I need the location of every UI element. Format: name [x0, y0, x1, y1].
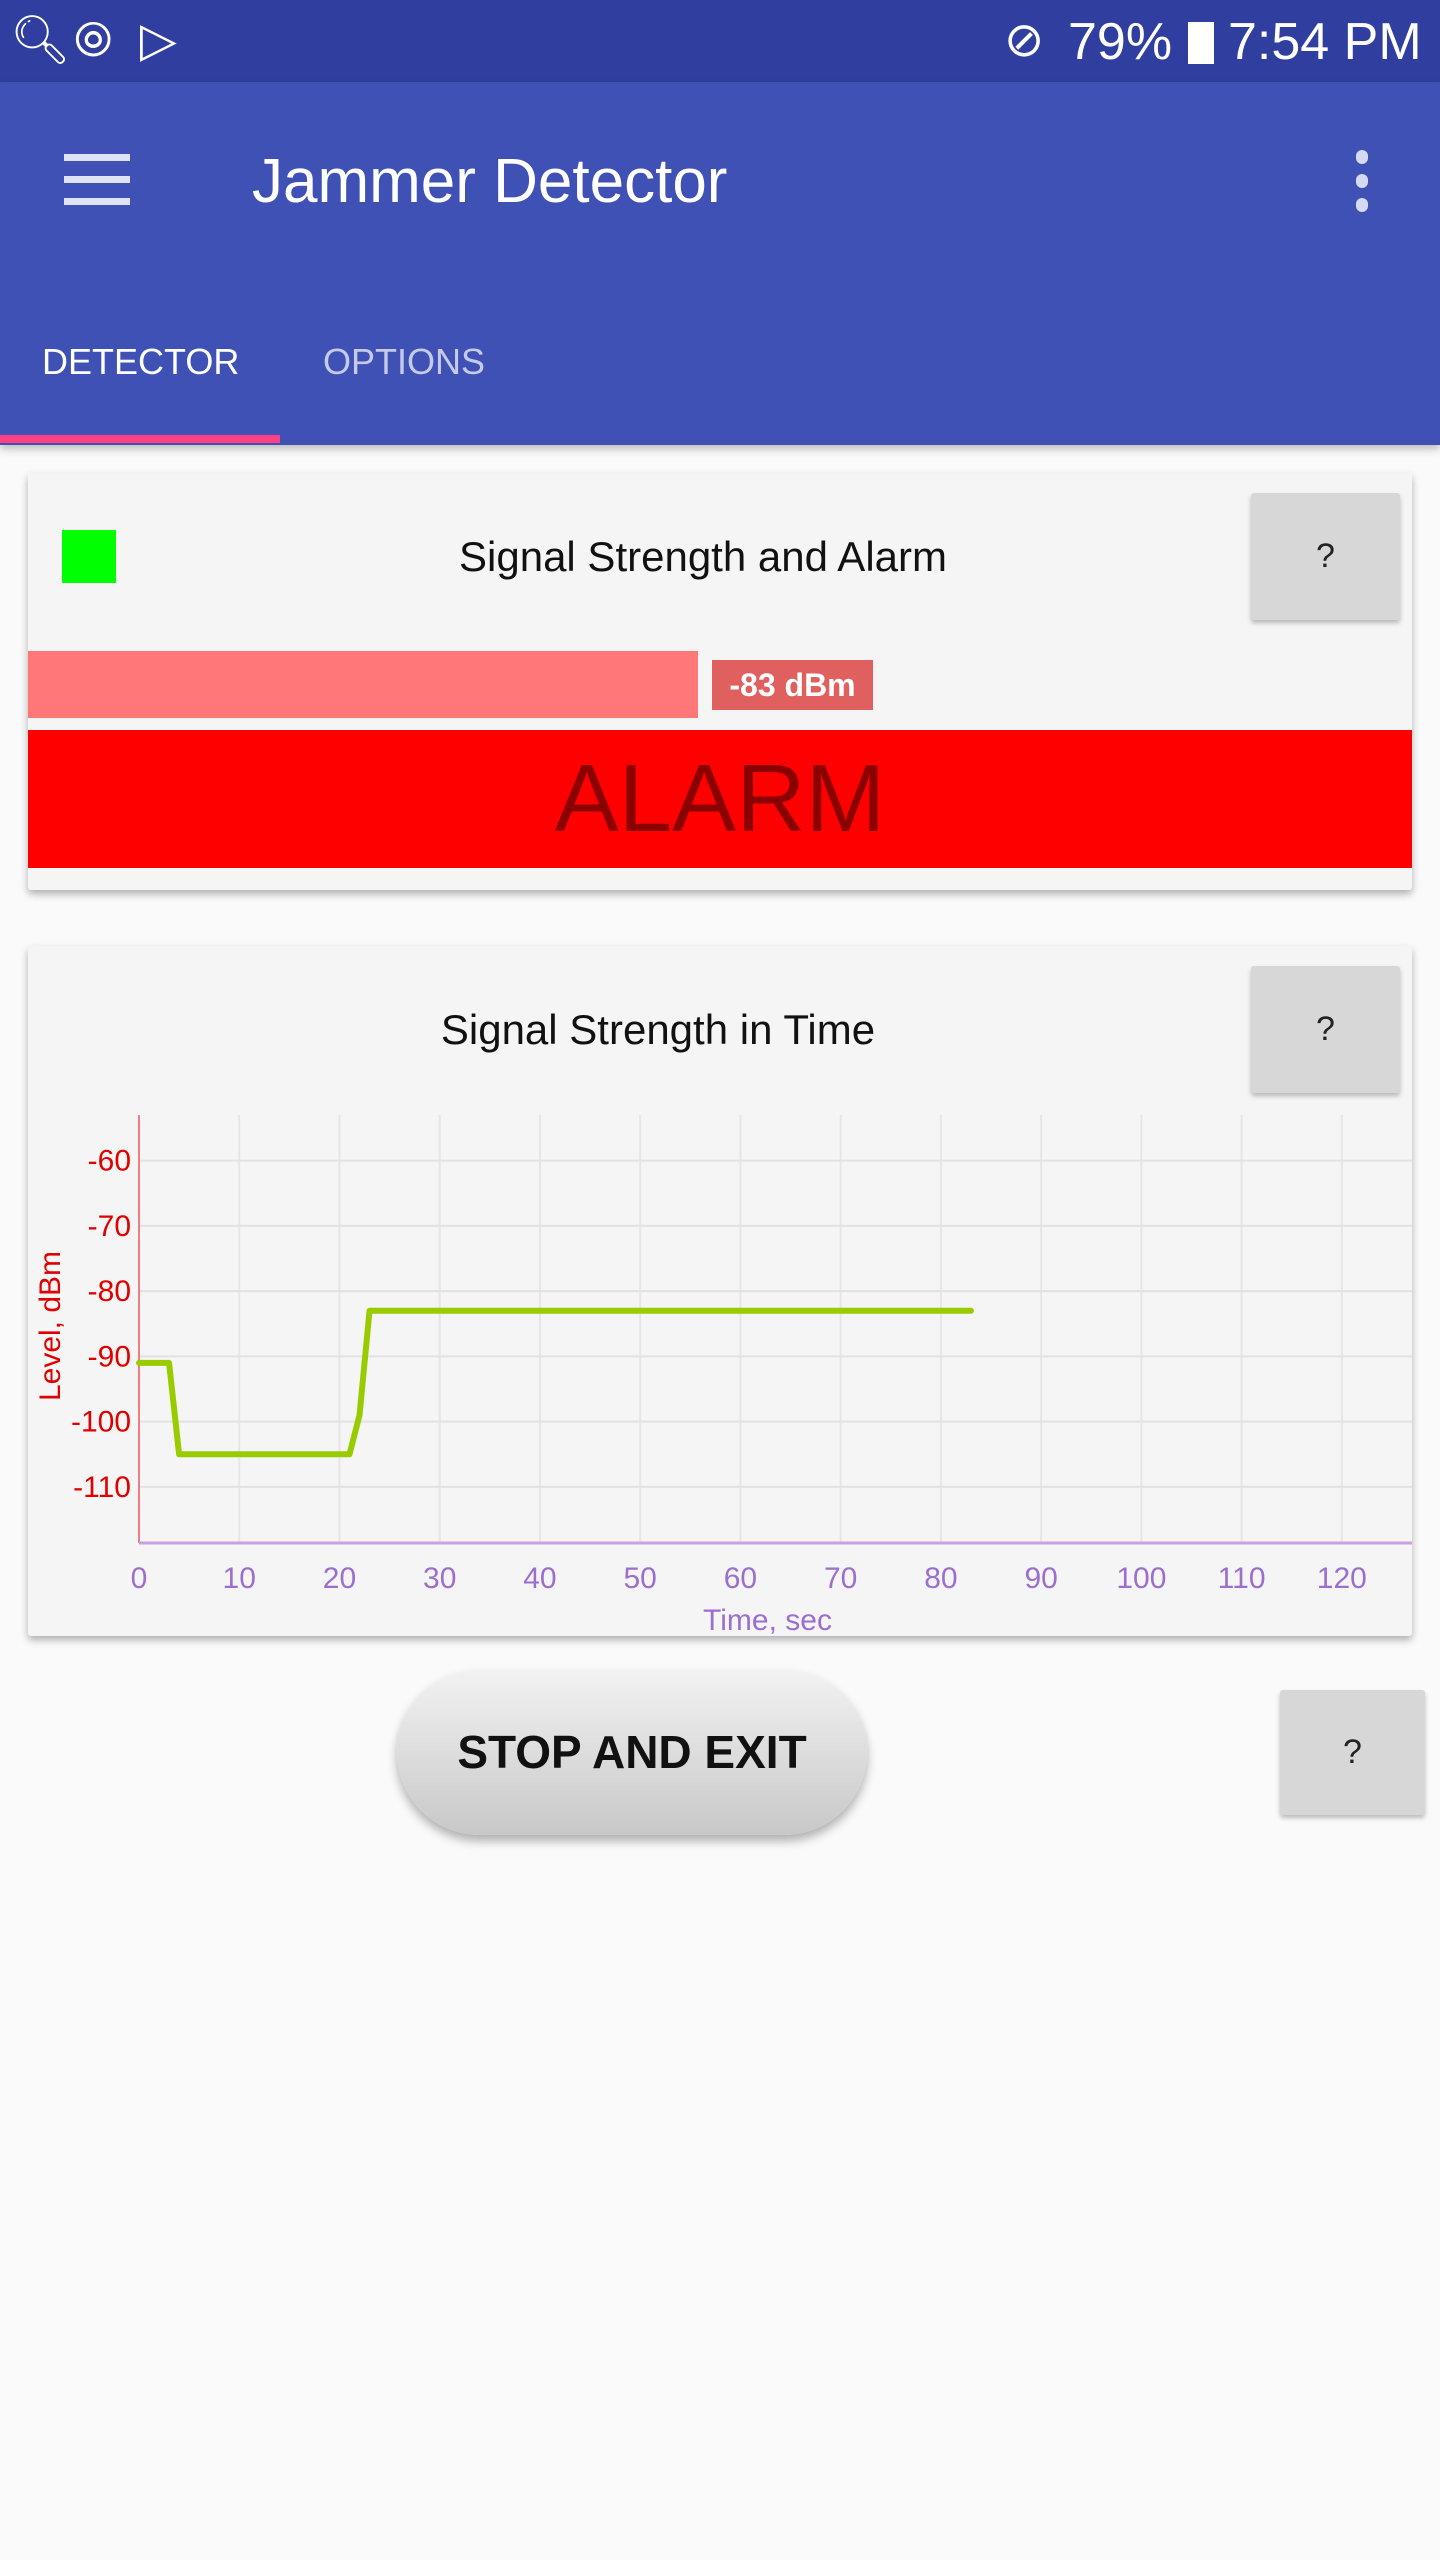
- y-tick-label: -70: [88, 1210, 131, 1243]
- y-tick-label: -90: [88, 1340, 131, 1373]
- y-axis-label: Level, dBm: [34, 1251, 67, 1401]
- x-tick-label: 60: [724, 1562, 757, 1595]
- x-tick-label: 120: [1317, 1562, 1367, 1595]
- y-tick-label: -60: [88, 1145, 131, 1178]
- x-tick-label: 90: [1024, 1562, 1057, 1595]
- x-tick-label: 30: [423, 1562, 456, 1595]
- y-tick-label: -110: [73, 1471, 131, 1504]
- x-tick-label: 50: [623, 1562, 656, 1595]
- x-tick-label: 40: [523, 1562, 556, 1595]
- x-tick-label: 70: [824, 1562, 857, 1595]
- signal-chart: 0 10 20 30 40 50 60 70 80 90 100 110 120 -60 -70 -80 -90…: [34, 1115, 1412, 1637]
- x-tick-label: 110: [1218, 1562, 1266, 1595]
- y-tick-label: -100: [71, 1406, 131, 1439]
- x-tick-label: 10: [223, 1562, 256, 1595]
- stop-and-exit-button[interactable]: STOP AND EXIT: [397, 1670, 867, 1835]
- x-tick-label: 0: [131, 1562, 148, 1595]
- x-axis-label: Time, sec: [703, 1604, 832, 1637]
- stop-help-button[interactable]: ?: [1280, 1690, 1425, 1815]
- x-tick-label: 100: [1116, 1562, 1166, 1595]
- x-tick-label: 20: [323, 1562, 356, 1595]
- x-tick-label: 80: [924, 1562, 957, 1595]
- y-tick-label: -80: [88, 1275, 131, 1308]
- signal-series-line: [136, 1307, 974, 1458]
